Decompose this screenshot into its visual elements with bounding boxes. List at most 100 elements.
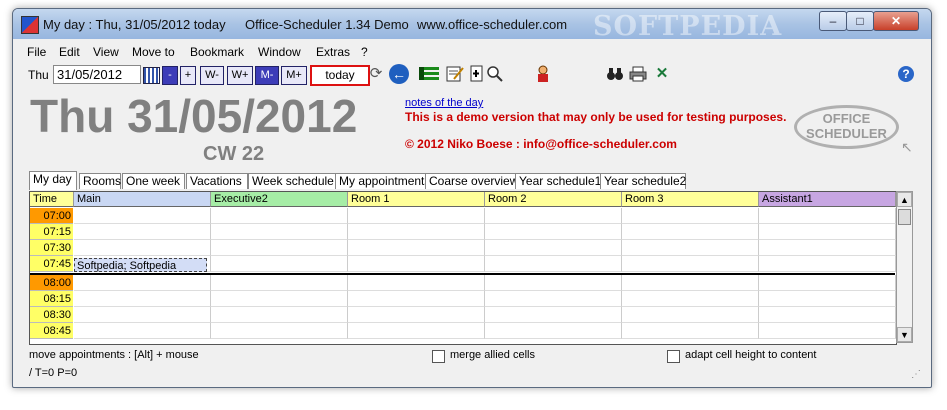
grid-cell[interactable]	[485, 323, 622, 339]
grid-cell[interactable]	[74, 208, 211, 224]
grid-cell[interactable]	[759, 323, 896, 339]
grid-cell[interactable]	[485, 291, 622, 307]
tab-one-week[interactable]: One week	[122, 173, 185, 189]
binoculars-icon[interactable]	[606, 65, 624, 83]
grid-cell[interactable]	[211, 256, 348, 272]
help-icon[interactable]: ?	[898, 66, 914, 82]
tab-rooms[interactable]: Rooms	[79, 173, 121, 189]
grid-cell[interactable]	[622, 256, 759, 272]
grid-cell[interactable]	[74, 291, 211, 307]
grid-cell[interactable]	[759, 256, 896, 272]
grid-cell[interactable]	[348, 224, 485, 240]
menu-window[interactable]: Window	[258, 45, 301, 59]
grid-cell[interactable]	[348, 275, 485, 291]
menu-move-to[interactable]: Move to	[132, 45, 175, 59]
tab-vacations[interactable]: Vacations	[186, 173, 248, 189]
grid-cell[interactable]	[622, 307, 759, 323]
adapt-cell-height-checkbox[interactable]	[667, 350, 680, 363]
tab-coarse-overview[interactable]: Coarse overview	[425, 173, 518, 189]
merge-allied-cells-checkbox[interactable]	[432, 350, 445, 363]
notes-of-the-day-link[interactable]: notes of the day	[405, 97, 483, 109]
grid-cell[interactable]	[485, 275, 622, 291]
grid-cell[interactable]	[622, 240, 759, 256]
tab-year-schedule1[interactable]: Year schedule1	[515, 173, 601, 189]
grid-cell[interactable]	[211, 307, 348, 323]
menu-edit[interactable]: Edit	[59, 45, 80, 59]
next-month-button[interactable]: M+	[281, 66, 307, 85]
grid-cell[interactable]	[348, 323, 485, 339]
grid-cell[interactable]	[211, 224, 348, 240]
resize-grip-icon[interactable]: ⋰	[911, 369, 921, 380]
grid-cell[interactable]	[348, 256, 485, 272]
prev-day-button[interactable]: -	[162, 66, 178, 85]
scroll-down-icon[interactable]: ▼	[897, 327, 912, 342]
grid-cell[interactable]	[759, 307, 896, 323]
column-header-room1[interactable]: Room 1	[348, 192, 485, 207]
grid-cell[interactable]	[485, 224, 622, 240]
grid-cell[interactable]	[348, 307, 485, 323]
printer-icon[interactable]	[629, 65, 647, 83]
scrollbar-thumb[interactable]	[898, 209, 911, 225]
column-header-room2[interactable]: Room 2	[485, 192, 622, 207]
next-day-button[interactable]: +	[180, 66, 196, 85]
minimize-button[interactable]: –	[819, 11, 847, 31]
grid-cell[interactable]	[211, 208, 348, 224]
grid-cell[interactable]	[485, 240, 622, 256]
column-header-room3[interactable]: Room 3	[622, 192, 759, 207]
edit-note-icon[interactable]	[446, 65, 464, 83]
app-icon[interactable]	[21, 16, 39, 34]
tab-my-day[interactable]: My day	[29, 171, 77, 190]
column-header-executive2[interactable]: Executive2	[211, 192, 348, 207]
list-view-icon[interactable]	[418, 65, 440, 83]
menu-extras[interactable]: Extras	[316, 45, 350, 59]
calendar-icon[interactable]	[143, 67, 160, 84]
grid-cell[interactable]	[622, 275, 759, 291]
grid-cell[interactable]	[348, 291, 485, 307]
schedule-grid[interactable]: Time Main Executive2 Room 1 Room 2 Room …	[29, 191, 897, 345]
prev-week-button[interactable]: W-	[200, 66, 224, 85]
grid-cell[interactable]	[759, 275, 896, 291]
user-icon[interactable]	[534, 65, 552, 83]
close-button[interactable]: ✕	[873, 11, 919, 31]
scroll-up-icon[interactable]: ▲	[897, 192, 912, 207]
grid-cell[interactable]	[485, 256, 622, 272]
appointment[interactable]: Softpedia; Softpedia	[74, 258, 207, 272]
grid-cell[interactable]	[74, 323, 211, 339]
grid-cell[interactable]	[759, 291, 896, 307]
maximize-button[interactable]: □	[846, 11, 874, 31]
grid-cell[interactable]	[485, 208, 622, 224]
grid-cell[interactable]	[759, 224, 896, 240]
grid-cell[interactable]	[622, 291, 759, 307]
tab-my-appointments[interactable]: My appointments	[335, 173, 430, 189]
today-button[interactable]: today	[310, 65, 370, 86]
new-document-icon[interactable]	[468, 65, 486, 83]
grid-cell[interactable]	[348, 208, 485, 224]
excel-export-icon[interactable]: ✕	[653, 65, 671, 83]
menu-view[interactable]: View	[93, 45, 119, 59]
grid-cell[interactable]	[74, 224, 211, 240]
grid-cell[interactable]	[211, 291, 348, 307]
grid-cell[interactable]	[485, 307, 622, 323]
back-arrow-icon[interactable]: ←	[389, 64, 409, 84]
grid-cell[interactable]	[622, 323, 759, 339]
refresh-icon[interactable]: ⟳	[367, 65, 385, 83]
vertical-scrollbar[interactable]: ▲ ▼	[896, 191, 913, 343]
grid-cell[interactable]	[211, 240, 348, 256]
date-input[interactable]: 31/05/2012	[53, 65, 141, 84]
zoom-icon[interactable]	[486, 65, 504, 83]
grid-cell[interactable]	[211, 323, 348, 339]
grid-cell[interactable]	[74, 307, 211, 323]
grid-cell[interactable]	[211, 275, 348, 291]
grid-cell[interactable]	[759, 240, 896, 256]
grid-cell[interactable]	[348, 240, 485, 256]
grid-cell[interactable]	[74, 275, 211, 291]
prev-month-button[interactable]: M-	[255, 66, 279, 85]
column-header-assistant1[interactable]: Assistant1	[759, 192, 896, 207]
menu-help[interactable]: ?	[361, 45, 368, 59]
column-header-main[interactable]: Main	[74, 192, 211, 207]
title-bar[interactable]: My day : Thu, 31/05/2012 today Office-Sc…	[13, 9, 931, 42]
grid-cell[interactable]	[622, 208, 759, 224]
tab-year-schedule2[interactable]: Year schedule2	[600, 173, 686, 189]
grid-cell[interactable]	[759, 208, 896, 224]
grid-cell[interactable]	[622, 224, 759, 240]
